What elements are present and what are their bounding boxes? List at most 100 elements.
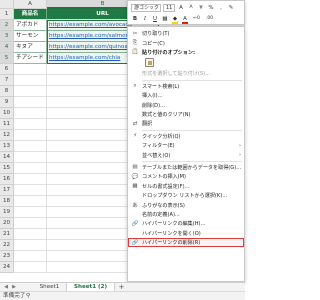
row-header-8[interactable]: 8 (0, 86, 14, 97)
row-header-9[interactable]: 9 (0, 97, 14, 108)
cell-a11[interactable] (14, 119, 47, 130)
select-all-corner[interactable] (0, 0, 14, 9)
cell-a7[interactable] (14, 75, 47, 86)
menu-item-label: 削除(D)... (142, 102, 165, 109)
decrease-decimal-button[interactable]: .00 (204, 15, 215, 23)
row-header-1[interactable]: 1 (0, 9, 14, 20)
row-header-5[interactable]: 5 (0, 53, 14, 64)
grow-font-button[interactable]: A (177, 4, 185, 12)
menu-item-label: 貼り付けのオプション: (142, 49, 195, 56)
column-header-a[interactable]: A (14, 0, 47, 9)
menu-separator (142, 160, 242, 162)
comma-format-button[interactable]: , (217, 4, 225, 12)
font-size-box[interactable]: 11 (163, 4, 175, 12)
menu-item-label: ドロップダウン リストから選択(K)... (142, 193, 228, 200)
menu-item-12[interactable]: 並べ替え(O) › (128, 150, 244, 159)
cell-a15[interactable] (14, 163, 47, 174)
cell-a19[interactable] (14, 207, 47, 218)
accessibility-icon[interactable]: ⚲ (26, 292, 30, 300)
menu-item-10[interactable]: ⚡ クイック分析(Q) (128, 132, 244, 141)
row-header-3[interactable]: 3 (0, 31, 14, 42)
shrink-font-button[interactable]: A (187, 4, 195, 12)
menu-item-21[interactable]: 🔗 ハイパーリンクの削除(R) (128, 238, 244, 248)
cell-a20[interactable] (14, 218, 47, 229)
cell-a16[interactable] (14, 174, 47, 185)
increase-decimal-button[interactable]: ←0 (191, 15, 202, 23)
bold-button[interactable]: B (131, 15, 139, 23)
underline-button[interactable]: U (151, 15, 159, 23)
paste-option-icon[interactable] (145, 58, 154, 68)
row-header-13[interactable]: 13 (0, 141, 14, 152)
cell-a13[interactable] (14, 141, 47, 152)
row-header-18[interactable]: 18 (0, 196, 14, 207)
menu-item-icon: ▤ (132, 164, 138, 171)
cell-a4[interactable]: キヌア (14, 42, 47, 53)
row-header-24[interactable]: 24 (0, 262, 14, 273)
cell-a17[interactable] (14, 185, 47, 196)
row-header-11[interactable]: 11 (0, 119, 14, 130)
menu-item-19[interactable]: 🔗 ハイパーリンクの編集(H)... (128, 219, 244, 228)
cell-a22[interactable] (14, 240, 47, 251)
menu-item-17[interactable]: あふりがなの表示(S) (128, 200, 244, 210)
row-header-20[interactable]: 20 (0, 218, 14, 229)
menu-item-16[interactable]: ドロップダウン リストから選択(K)... (128, 191, 244, 200)
menu-item-8[interactable]: 数式と値のクリア(N) (128, 110, 244, 119)
menu-item-label: クイック分析(Q) (142, 133, 181, 140)
context-menu: ✂ 切り取り(T) ⎘ コピー(C) 📋 貼り付けのオプション: 形式を選択して貼り付け(S… (127, 26, 245, 282)
menu-item-label: セルの書式設定(F)... (142, 183, 190, 190)
cell-a6[interactable] (14, 64, 47, 75)
status-ready-text: 準備完了 (3, 293, 26, 299)
menu-item-0[interactable]: ✂ 切り取り(T) (128, 29, 244, 38)
submenu-arrow-icon: › (239, 142, 241, 149)
cell-a1[interactable]: 商品名 (14, 9, 47, 20)
row-header-19[interactable]: 19 (0, 207, 14, 218)
menu-item-9[interactable]: ⇄ 翻訳 (128, 119, 244, 128)
cell-a21[interactable] (14, 229, 47, 240)
row-header-2[interactable]: 2 (0, 20, 14, 31)
row-header-10[interactable]: 10 (0, 108, 14, 119)
menu-separator (142, 79, 242, 81)
menu-item-5[interactable]: ⌕ スマート検索(L) (128, 82, 244, 91)
menu-item-13[interactable]: ▤ テーブルまたは範囲からデータを取得(G)... (128, 163, 244, 172)
menu-item-1[interactable]: ⎘ コピー(C) (128, 38, 244, 47)
menu-item-4[interactable]: 形式を選択して貼り付け(S)... (128, 69, 244, 78)
menu-item-15[interactable]: ▦ セルの書式設定(F)... (128, 182, 244, 191)
cell-a14[interactable] (14, 152, 47, 163)
row-header-16[interactable]: 16 (0, 174, 14, 185)
menu-item-11[interactable]: フィルター(E) › (128, 141, 244, 150)
font-color-icon[interactable]: A (181, 15, 189, 24)
italic-button[interactable]: I (141, 15, 149, 23)
menu-item-6[interactable]: 挿入(I)... (128, 91, 244, 100)
menu-item-14[interactable]: 💬 コメントの挿入(M) (128, 172, 244, 181)
row-header-15[interactable]: 15 (0, 163, 14, 174)
row-header-7[interactable]: 7 (0, 75, 14, 86)
percent-format-button[interactable]: % (207, 4, 215, 12)
cell-a12[interactable] (14, 130, 47, 141)
cell-a10[interactable] (14, 108, 47, 119)
menu-item-18[interactable]: 名前の定義(A)... (128, 210, 244, 219)
menu-item-7[interactable]: 削除(D)... (128, 100, 244, 109)
cell-a24[interactable] (14, 262, 47, 273)
cell-a3[interactable]: サーモン (14, 31, 47, 42)
row-header-22[interactable]: 22 (0, 240, 14, 251)
row-header-12[interactable]: 12 (0, 130, 14, 141)
row-header-21[interactable]: 21 (0, 229, 14, 240)
cell-a9[interactable] (14, 97, 47, 108)
cell-a2[interactable]: アボカド (14, 20, 47, 31)
menu-item-2[interactable]: 📋 貼り付けのオプション: (128, 48, 244, 57)
format-painter-icon[interactable]: ✎ (227, 4, 235, 12)
font-name-box[interactable]: 游ゴシック (131, 4, 161, 12)
row-header-23[interactable]: 23 (0, 251, 14, 262)
row-header-17[interactable]: 17 (0, 185, 14, 196)
borders-icon[interactable]: ▦ (161, 15, 169, 23)
fill-color-icon[interactable]: ◆ (171, 15, 179, 24)
row-header-14[interactable]: 14 (0, 152, 14, 163)
row-header-4[interactable]: 4 (0, 42, 14, 53)
row-header-6[interactable]: 6 (0, 64, 14, 75)
currency-format-button[interactable]: ¥ (197, 4, 205, 12)
cell-a5[interactable]: チアシード (14, 53, 47, 64)
cell-a8[interactable] (14, 86, 47, 97)
menu-item-20[interactable]: ハイパーリンクを開く(O) (128, 229, 244, 238)
cell-a18[interactable] (14, 196, 47, 207)
cell-a23[interactable] (14, 251, 47, 262)
